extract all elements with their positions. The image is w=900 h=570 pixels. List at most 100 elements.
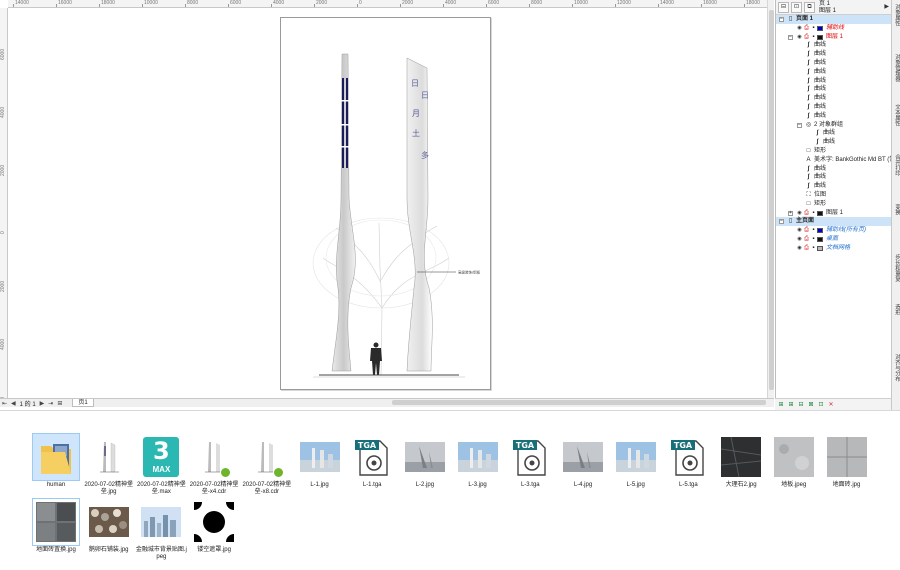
file-item[interactable]: L-5.jpg — [610, 434, 662, 489]
docker-tab[interactable]: 变换 — [893, 204, 900, 215]
expand-toggle-icon[interactable]: + — [788, 210, 793, 216]
add-page-button[interactable]: ⊞ — [55, 400, 64, 407]
docker-tab[interactable]: 文本属性 — [893, 104, 900, 126]
tree-row[interactable]: + ◉ ⎙ ▪ 图层 1 — [776, 209, 891, 218]
vertical-scrollbar[interactable] — [767, 0, 774, 398]
tree-row[interactable]: − ▯ 主页面 — [776, 217, 891, 227]
tree-row[interactable]: ∫ 曲线 — [776, 173, 891, 182]
next-page-button[interactable]: ▶ — [38, 400, 47, 407]
om-footer-button-icon[interactable]: ⊡ — [817, 401, 825, 409]
file-item[interactable]: TGA L-5.tga — [662, 434, 714, 489]
file-item[interactable]: L-2.jpg — [399, 434, 451, 489]
printer-icon[interactable]: ⎙ — [803, 227, 810, 234]
tree-row[interactable]: ∫ 曲线 — [776, 85, 891, 94]
eye-icon[interactable]: ◉ — [796, 210, 803, 217]
drawing-canvas[interactable]: 日 日 月 土 多 高级装饰/铝板 — [9, 9, 767, 398]
tree-row[interactable]: ∫ 曲线 — [776, 68, 891, 77]
edit-across-layers-icon[interactable]: ⧉ — [804, 2, 815, 13]
file-item[interactable]: 地面砖置换.jpg — [30, 498, 82, 554]
tree-row[interactable]: ∫ 曲线 — [776, 50, 891, 59]
tree-row[interactable]: ◉ ⎙ ▪ 辅助线(所有页) — [776, 226, 891, 235]
horizontal-scrollbar[interactable] — [392, 400, 766, 405]
file-item[interactable]: L-3.jpg — [452, 434, 504, 489]
tree-row[interactable]: A 美术字: BankGothic Md BT (常 — [776, 156, 895, 165]
tree-row[interactable]: − ◉ ⎙ ▪ 图层 1 — [776, 33, 891, 42]
tree-row[interactable]: ∫ 曲线 — [776, 165, 891, 174]
file-item[interactable]: human — [30, 433, 82, 489]
printer-icon[interactable]: ⎙ — [803, 25, 810, 32]
eye-icon[interactable]: ◉ — [796, 25, 803, 32]
expand-toggle-icon[interactable]: − — [779, 219, 784, 225]
om-footer-button-icon[interactable]: ⊞ — [787, 401, 795, 409]
last-page-button[interactable]: ⇥ — [46, 400, 55, 407]
file-item[interactable]: 鹅卵石铺装.jpg — [83, 499, 135, 554]
file-item[interactable]: 2020-07-02精神堡垒-x4.cdr — [188, 434, 240, 496]
eye-icon[interactable]: ◉ — [796, 236, 803, 243]
docker-tab[interactable]: 对象管理器 — [893, 54, 900, 82]
om-footer-button-icon[interactable]: ⊟ — [797, 401, 805, 409]
show-properties-icon[interactable]: ⊡ — [791, 2, 802, 13]
file-item[interactable]: TGA L-1.tga — [346, 434, 398, 489]
docker-tab[interactable]: 对象属性 — [893, 4, 900, 26]
tree-row[interactable]: ∫ 曲线 — [776, 112, 891, 121]
tree-row[interactable]: ◉ ⎙ ▪ 文档网格 — [776, 244, 891, 253]
lock-icon[interactable]: ▪ — [810, 25, 817, 32]
vertical-ruler[interactable]: 6000400020000200040006000 — [0, 8, 8, 398]
layer-manager-view-icon[interactable]: ⊟ — [778, 2, 789, 13]
tree-row[interactable]: ∫ 曲线 — [776, 77, 891, 86]
lock-icon[interactable]: ▪ — [810, 236, 817, 243]
tree-row[interactable]: □ 矩形 — [776, 200, 891, 209]
expand-toggle-icon[interactable]: − — [788, 34, 793, 40]
tree-row[interactable]: ∫ 曲线 — [776, 41, 891, 50]
printer-icon[interactable]: ⎙ — [803, 210, 810, 217]
docker-tab[interactable]: 对齐与分布 — [893, 354, 900, 382]
panel-menu-arrow-icon[interactable]: ▶ — [884, 3, 889, 10]
tree-row[interactable]: − ▯ 页面 1 — [776, 15, 891, 24]
first-page-button[interactable]: ⇤ — [0, 400, 9, 407]
tree-row[interactable]: − ◎ 2 对象群组 — [776, 121, 891, 130]
file-item[interactable]: L-1.jpg — [294, 434, 346, 489]
om-footer-button-icon[interactable]: ⊞ — [777, 401, 785, 409]
tree-row[interactable]: ∫ 曲线 — [776, 129, 891, 138]
lock-icon[interactable]: ▪ — [810, 210, 817, 217]
printer-icon[interactable]: ⎙ — [803, 236, 810, 243]
prev-page-button[interactable]: ◀ — [9, 400, 18, 407]
file-item[interactable]: 2020-07-02精神堡垒.jpg — [83, 434, 135, 496]
tree-row[interactable]: ∫ 曲线 — [776, 59, 891, 68]
tree-row[interactable]: ∫ 曲线 — [776, 94, 891, 103]
tree-row[interactable]: ◉ ⎙ ▪ 辅助线 — [776, 24, 891, 33]
eye-icon[interactable]: ◉ — [796, 34, 803, 41]
file-item[interactable]: 地面砖.jpg — [821, 434, 873, 489]
horizontal-ruler[interactable]: 14000 16000 18000 10000 8000 6000 4000 2000 0 200… — [8, 0, 774, 8]
docker-tab[interactable]: 合并打印 — [893, 154, 900, 176]
file-item[interactable]: 3 MAX 2020-07-02精神堡垒.max — [135, 434, 187, 496]
lock-icon[interactable]: ▪ — [810, 34, 817, 41]
printer-icon[interactable]: ⎙ — [803, 245, 810, 252]
eye-icon[interactable]: ◉ — [796, 227, 803, 234]
file-item[interactable]: 2020-07-02精神堡垒-x8.cdr — [241, 434, 293, 496]
tree-row[interactable]: ∫ 曲线 — [776, 103, 891, 112]
expand-toggle-icon[interactable]: − — [797, 122, 802, 128]
tree-row[interactable]: □ 矩形 — [776, 147, 891, 156]
expand-toggle-icon[interactable]: − — [779, 17, 784, 22]
page-tab-1[interactable]: 页1 — [72, 399, 94, 407]
docker-tab[interactable]: 步长和重复 — [893, 254, 900, 282]
file-item[interactable]: 金融城市背景贴图.jpeg — [135, 499, 187, 561]
lock-icon[interactable]: ▪ — [810, 245, 817, 252]
tree-row[interactable]: ◉ ⎙ ▪ 桌面 — [776, 235, 891, 244]
lock-icon[interactable]: ▪ — [810, 227, 817, 234]
file-item[interactable]: 镂空遮罩.jpg — [188, 499, 240, 554]
om-footer-button-icon[interactable]: ✕ — [827, 401, 835, 409]
eye-icon[interactable]: ◉ — [796, 245, 803, 252]
tree-row[interactable]: ∫ 曲线 — [776, 138, 891, 147]
tree-row[interactable]: ∫ 曲线 — [776, 182, 891, 191]
docker-tab[interactable]: 造形 — [893, 304, 900, 315]
printer-icon[interactable]: ⎙ — [803, 34, 810, 41]
document-page[interactable]: 日 日 月 土 多 高级装饰/铝板 — [280, 17, 491, 390]
tree-row[interactable]: ⛶ 位图 — [776, 191, 891, 200]
file-item[interactable]: TGA L-3.tga — [504, 434, 556, 489]
file-item[interactable]: 大理石2.jpg — [715, 434, 767, 489]
file-item[interactable]: 地板.jpeg — [768, 434, 820, 489]
om-footer-button-icon[interactable]: ⊠ — [807, 401, 815, 409]
file-item[interactable]: L-4.jpg — [557, 434, 609, 489]
